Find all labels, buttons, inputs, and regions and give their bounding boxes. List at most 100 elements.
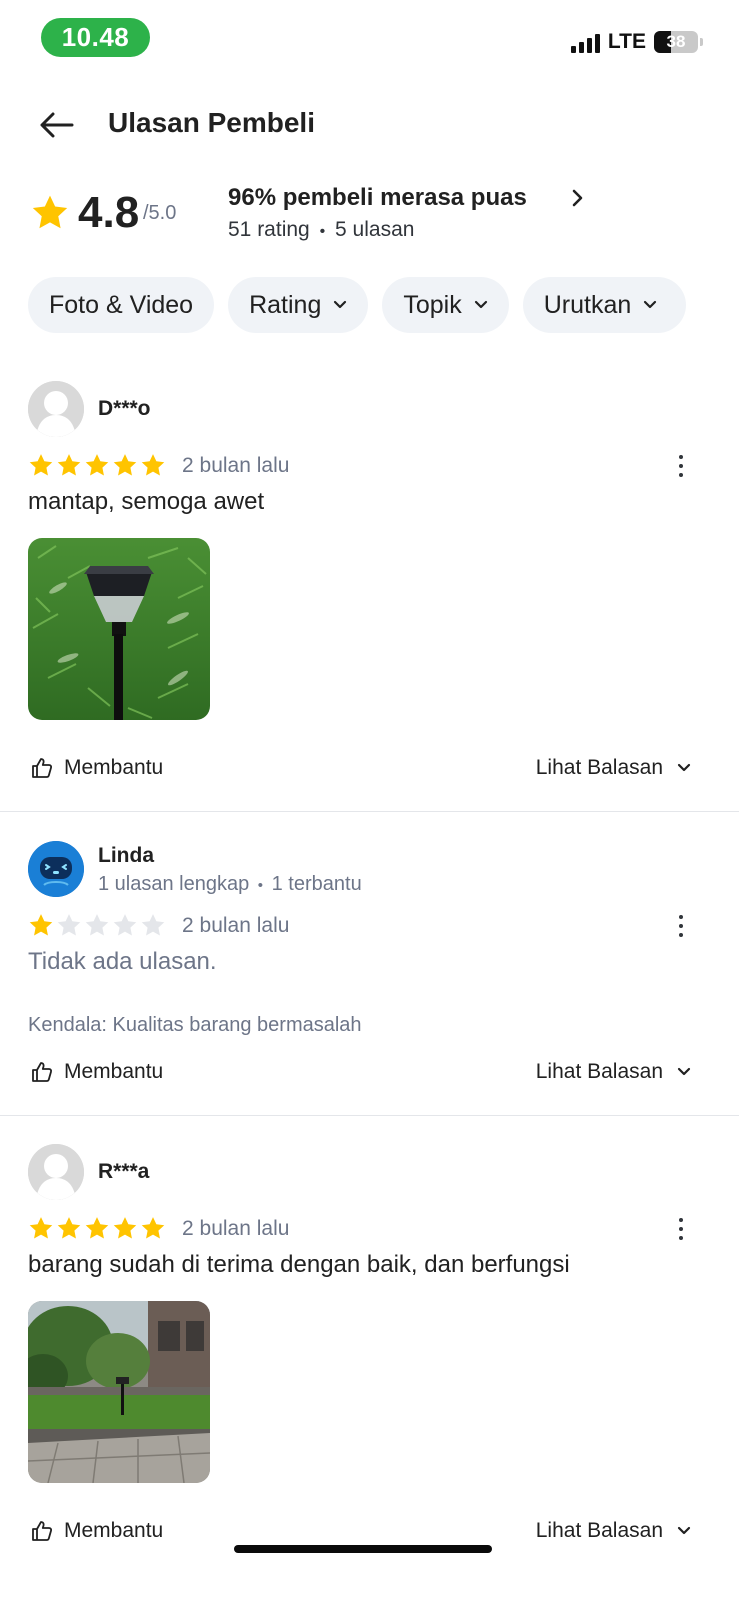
- default-avatar-icon: [28, 1144, 84, 1200]
- chevron-down-icon: [677, 763, 691, 772]
- review-text: barang sudah di terima dengan baik, dan …: [28, 1251, 570, 1278]
- review-photo[interactable]: [28, 538, 210, 720]
- helpful-button[interactable]: Membantu: [30, 1519, 163, 1543]
- thumbs-up-icon: [32, 1521, 53, 1541]
- star-filled-icon: [113, 454, 137, 476]
- dot-separator: •: [257, 877, 264, 894]
- more-options-icon[interactable]: [673, 451, 689, 481]
- rating-counts: 51 rating • 5 ulasan: [228, 218, 414, 242]
- review-photo[interactable]: [28, 1301, 210, 1483]
- battery-level: 38: [666, 32, 686, 51]
- star-filled-icon: [57, 454, 81, 476]
- dot-separator: •: [319, 223, 326, 240]
- more-options-icon[interactable]: [673, 911, 689, 941]
- robot-avatar-icon: [28, 841, 84, 897]
- star-filled-icon: [113, 1217, 137, 1239]
- helpful-label: Membantu: [64, 756, 164, 779]
- see-reply-label: Lihat Balasan: [535, 756, 663, 779]
- star-icon: [32, 195, 68, 229]
- star-filled-icon: [29, 454, 53, 476]
- filter-urutkan[interactable]: Urutkan: [522, 277, 686, 333]
- filter-rating[interactable]: Rating: [228, 277, 369, 333]
- chevron-down-icon: [677, 1067, 691, 1076]
- star-filled-icon: [141, 454, 165, 476]
- review-time: 2 bulan lalu: [182, 454, 290, 477]
- divider: [0, 811, 739, 812]
- star-filled-icon: [29, 1217, 53, 1239]
- star-filled-icon: [85, 1217, 109, 1239]
- chip-label: Topik: [403, 290, 462, 319]
- star-empty-icon: [141, 914, 165, 936]
- helpful-label: Membantu: [64, 1060, 164, 1083]
- chevron-down-icon: [334, 300, 347, 309]
- avatar: [28, 841, 84, 897]
- chevron-down-icon: [644, 300, 657, 309]
- thumbs-up-icon: [32, 758, 53, 778]
- solar-lamp-photo: [28, 538, 210, 720]
- chip-label: Foto & Video: [49, 290, 194, 319]
- battery-icon: 38: [654, 31, 698, 53]
- more-options-icon[interactable]: [673, 1214, 689, 1244]
- star-empty-icon: [113, 914, 137, 936]
- reviewer-name: D***o: [98, 397, 151, 420]
- rating-count: 51 rating: [228, 218, 310, 241]
- star-filled-icon: [141, 1217, 165, 1239]
- filter-bar: Foto & Video Rating Topik Urutkan: [28, 277, 686, 333]
- chevron-right-icon[interactable]: [571, 188, 585, 208]
- thumbs-up-icon: [32, 1062, 53, 1082]
- avatar: [28, 1144, 84, 1200]
- full-review-count: 1 ulasan lengkap: [98, 873, 250, 895]
- see-reply-button[interactable]: Lihat Balasan: [536, 1060, 691, 1084]
- home-indicator[interactable]: [234, 1545, 492, 1553]
- helpful-button[interactable]: Membantu: [30, 1060, 163, 1084]
- default-avatar-icon: [28, 381, 84, 437]
- garden-photo: [28, 1301, 210, 1483]
- status-indicators: LTE 38: [570, 30, 703, 54]
- helpful-label: Membantu: [64, 1519, 164, 1542]
- see-reply-label: Lihat Balasan: [535, 1060, 663, 1083]
- chip-label: Rating: [249, 290, 322, 319]
- star-empty-icon: [85, 914, 109, 936]
- reviewer-name: Linda: [98, 844, 154, 867]
- arrow-left-icon: [40, 112, 74, 138]
- satisfaction-link[interactable]: 96% pembeli merasa puas: [228, 184, 527, 212]
- reviewer-stats: 1 ulasan lengkap • 1 terbantu: [98, 873, 362, 896]
- page-title: Ulasan Pembeli: [108, 107, 315, 138]
- filter-topik[interactable]: Topik: [382, 277, 509, 333]
- avatar: [28, 381, 84, 437]
- star-filled-icon: [57, 1217, 81, 1239]
- rating-summary: 4.8 /5.0 96% pembeli merasa puas 51 rati…: [28, 180, 718, 250]
- star-rating: [28, 1216, 166, 1241]
- chip-label: Urutkan: [543, 290, 632, 319]
- network-type: LTE: [607, 30, 646, 53]
- helpful-button[interactable]: Membantu: [30, 756, 163, 780]
- status-bar: 10.48 LTE 38: [0, 0, 739, 80]
- star-filled-icon: [29, 914, 53, 936]
- see-reply-label: Lihat Balasan: [535, 1519, 663, 1542]
- average-score: 4.8: [78, 188, 140, 237]
- back-button[interactable]: [36, 107, 76, 143]
- status-time: 10.48: [41, 18, 150, 57]
- review-time: 2 bulan lalu: [182, 914, 290, 937]
- star-rating: [28, 453, 166, 478]
- app-header: Ulasan Pembeli: [0, 95, 739, 155]
- helped-count: 1 terbantu: [271, 873, 362, 895]
- review-count: 5 ulasan: [335, 218, 415, 241]
- signal-icon: [570, 31, 600, 53]
- filter-photo-video[interactable]: Foto & Video: [28, 277, 215, 333]
- star-rating: [28, 913, 166, 938]
- star-empty-icon: [57, 914, 81, 936]
- battery-tip: [700, 38, 703, 46]
- review-text: mantap, semoga awet: [28, 488, 265, 515]
- review-text: Tidak ada ulasan.: [28, 948, 217, 975]
- issue-note: Kendala: Kualitas barang bermasalah: [28, 1014, 362, 1036]
- see-reply-button[interactable]: Lihat Balasan: [536, 1519, 691, 1543]
- chevron-down-icon: [677, 1526, 691, 1535]
- see-reply-button[interactable]: Lihat Balasan: [536, 756, 691, 780]
- reviewer-name: R***a: [98, 1160, 150, 1183]
- max-score: /5.0: [143, 202, 177, 224]
- chevron-down-icon: [474, 300, 487, 309]
- star-filled-icon: [85, 454, 109, 476]
- review-time: 2 bulan lalu: [182, 1217, 290, 1240]
- divider: [0, 1115, 739, 1116]
